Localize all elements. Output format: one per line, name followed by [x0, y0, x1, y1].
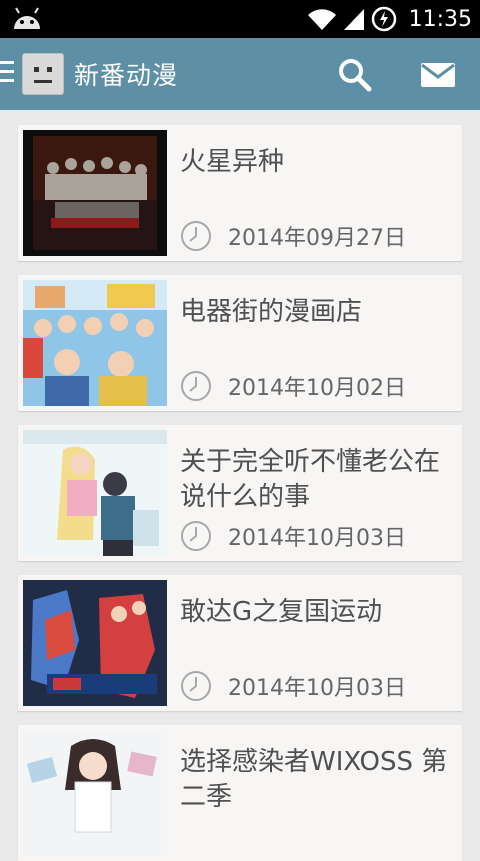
app-title: 新番动漫	[74, 61, 179, 90]
anime-list: 火星异种 2014年09月27日 电器街的漫画店 2014年10月02日 关于完…	[0, 110, 480, 861]
mail-icon[interactable]	[420, 60, 456, 90]
signal-icon	[343, 9, 364, 30]
thumbnail-image	[23, 130, 167, 256]
list-item[interactable]: 选择感染者WIXOSS 第二季	[18, 725, 462, 861]
thumbnail-image	[23, 280, 167, 406]
clock-icon	[181, 521, 211, 551]
item-date-row: 2014年10月03日	[180, 668, 406, 704]
item-date-row: 2014年09月27日	[180, 218, 406, 254]
menu-icon[interactable]	[0, 61, 14, 85]
search-icon[interactable]	[336, 56, 374, 94]
thumbnail-image	[23, 430, 167, 556]
status-time: 11:35	[408, 6, 472, 32]
list-item[interactable]: 火星异种 2014年09月27日	[18, 125, 462, 261]
item-title: 选择感染者WIXOSS 第二季	[180, 747, 448, 812]
list-item[interactable]: 敢达G之复国运动 2014年10月03日	[18, 575, 462, 711]
clock-icon	[181, 371, 211, 401]
sync-icon	[371, 6, 396, 32]
thumbnail-image	[23, 580, 167, 706]
item-title: 敢达G之复国运动	[180, 597, 383, 627]
thumbnail-image	[23, 730, 167, 856]
item-date: 2014年09月27日	[228, 226, 406, 251]
app-logo[interactable]	[22, 53, 64, 95]
clock-icon	[181, 671, 211, 701]
status-bar: 11:35	[0, 0, 480, 38]
item-title: 电器街的漫画店	[180, 297, 363, 327]
item-date: 2014年10月03日	[228, 526, 406, 551]
android-icon	[14, 7, 40, 29]
item-date: 2014年10月02日	[228, 376, 406, 401]
action-bar: 新番动漫	[0, 38, 480, 110]
item-date: 2014年10月03日	[228, 676, 406, 701]
list-item[interactable]: 关于完全听不懂老公在说什么的事 2014年10月03日	[18, 425, 462, 561]
item-title: 关于完全听不懂老公在说什么的事	[180, 447, 441, 512]
wifi-icon	[307, 9, 336, 30]
clock-icon	[181, 221, 211, 251]
list-item[interactable]: 电器街的漫画店 2014年10月02日	[18, 275, 462, 411]
item-date-row: 2014年10月02日	[180, 368, 406, 404]
item-date-row: 2014年10月03日	[180, 518, 406, 554]
item-title: 火星异种	[180, 147, 285, 177]
